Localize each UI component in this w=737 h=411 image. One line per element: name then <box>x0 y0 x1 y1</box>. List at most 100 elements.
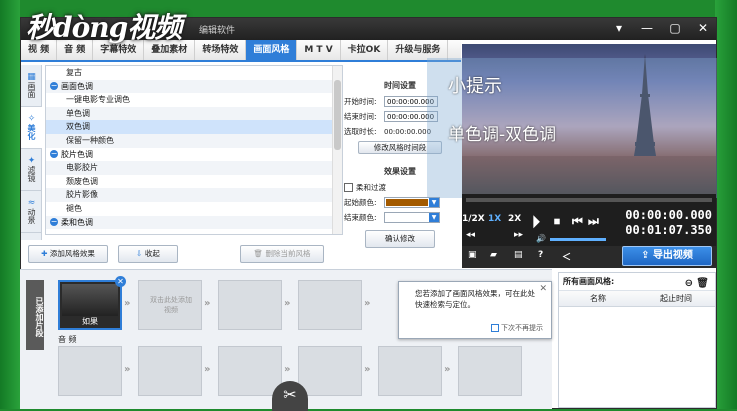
end-color-swatch <box>386 214 428 221</box>
audio-slot[interactable] <box>378 346 442 396</box>
drop-hint: 双击此处添加视频 <box>150 296 192 314</box>
next-frame-icon[interactable]: ⏭ <box>588 214 599 229</box>
audio-slot[interactable] <box>458 346 522 396</box>
confirm-modify-button[interactable]: 确认修改 <box>365 230 435 248</box>
list-item[interactable]: 颓废色调 <box>46 175 342 189</box>
play-icon[interactable]: ⏵ <box>532 212 540 232</box>
audio-slot[interactable] <box>218 346 282 396</box>
progress-bar[interactable] <box>466 198 712 202</box>
player-controls: 1/2X 1X 2X ◂◂ ▸▸ ⏵ ⏹ ⏮ ⏭ 🔊 00:00:00.000 … <box>462 194 716 246</box>
export-icon: ⇪ <box>641 250 650 261</box>
tab-upgrade[interactable]: 升级与服务 <box>388 40 449 60</box>
trash-icon: 🗑 <box>253 249 264 258</box>
sidebar-item-picture[interactable]: ▦ 画面 <box>21 65 42 107</box>
list-group[interactable]: − 胶片色调 <box>46 148 342 162</box>
trash-icon[interactable]: 🗑 <box>696 275 709 293</box>
list-item[interactable]: 保留一种颜色 <box>46 133 342 148</box>
add-style-button[interactable]: ✚ 添加风格效果 <box>28 245 108 263</box>
minimize-icon[interactable]: — <box>640 21 654 35</box>
list-item[interactable]: 褪色 <box>46 202 342 216</box>
start-color-picker[interactable]: ▼ <box>384 197 440 208</box>
column-time: 起止时间 <box>660 294 692 303</box>
locate-icon[interactable]: ⊖ <box>685 275 693 293</box>
export-video-button[interactable]: ⇪ 导出视频 <box>622 246 712 266</box>
speed-1x[interactable]: 1X <box>488 214 501 224</box>
list-group[interactable]: − 柔和色调 <box>46 215 342 230</box>
sidebar-item-filter[interactable]: ✦ 滤镜 <box>21 149 42 191</box>
chevron-right-icon: » <box>284 298 291 309</box>
folder-icon[interactable]: ▰ <box>490 250 497 260</box>
audio-slot[interactable] <box>298 346 362 396</box>
empty-clip-slot[interactable] <box>298 280 362 330</box>
list-item[interactable]: 胶片影像 <box>46 188 342 202</box>
watermark-logo: 秒dòng视频 <box>26 11 182 44</box>
speed-half[interactable]: 1/2X <box>462 214 485 224</box>
chevron-right-icon: » <box>444 364 451 375</box>
dont-show-checkbox[interactable] <box>490 324 499 332</box>
menu-icon[interactable]: ▾ <box>612 21 626 35</box>
add-effect-icon: ✚ <box>41 249 48 258</box>
list-item[interactable]: 复古 <box>46 66 342 80</box>
filter-icon: ✦ <box>27 156 36 166</box>
end-color-picker[interactable]: ▼ <box>384 212 440 223</box>
chevron-right-icon: » <box>204 298 211 309</box>
save-icon[interactable]: ▤ <box>514 250 523 260</box>
sidebar-item-label: 动景 <box>27 208 36 224</box>
list-item[interactable]: 电影胶片 <box>46 161 342 175</box>
close-icon[interactable]: ✕ <box>539 284 547 295</box>
empty-clip-slot[interactable]: 双击此处添加视频 <box>138 280 202 330</box>
tab-mtv[interactable]: M T V <box>297 40 341 60</box>
list-item[interactable]: 一键电影专业调色 <box>46 93 342 107</box>
sidebar-item-beautify[interactable]: ✧ 美化 <box>21 107 42 149</box>
soft-transition-checkbox[interactable] <box>344 183 353 192</box>
tab-transitions[interactable]: 转场特效 <box>195 40 247 60</box>
volume-icon[interactable]: 🔊 <box>536 234 546 243</box>
collapse-icon[interactable]: − <box>50 218 58 227</box>
total-time: 00:01:07.350 <box>625 223 712 237</box>
duration-label: 选取时长: <box>344 127 377 136</box>
tab-picture-style[interactable]: 画面风格 <box>246 40 298 60</box>
collapse-button[interactable]: ⇩ 收起 <box>118 245 178 263</box>
remove-clip-icon[interactable]: ✕ <box>115 276 126 287</box>
style-action-bar: ✚ 添加风格效果 ⇩ 收起 🗑 删除当前风格 <box>28 245 328 267</box>
applied-styles-columns: 名称 起止时间 <box>559 291 715 307</box>
scroll-thumb[interactable] <box>334 80 341 150</box>
snapshot-icon[interactable]: ▣ <box>468 250 477 260</box>
share-icon[interactable]: ＜ <box>562 250 571 263</box>
delete-style-button[interactable]: 🗑 删除当前风格 <box>240 245 324 263</box>
collapse-icon[interactable]: − <box>50 150 58 159</box>
maximize-icon[interactable]: ▢ <box>668 21 682 35</box>
grid-icon: ▦ <box>27 72 36 82</box>
list-scrollbar[interactable] <box>332 66 342 234</box>
applied-styles-title: 所有画面风格: <box>563 277 615 286</box>
style-sidebar: ▦ 画面 ✧ 美化 ✦ 滤镜 ≈ 动景 <box>21 65 42 240</box>
rewind-icon[interactable]: ◂◂ <box>466 230 475 240</box>
sidebar-item-motion[interactable]: ≈ 动景 <box>21 191 42 233</box>
sidebar-item-label: 画面 <box>27 82 36 98</box>
scissors-icon[interactable]: ✂ <box>272 381 308 411</box>
volume-slider[interactable] <box>550 238 606 241</box>
empty-clip-slot[interactable] <box>218 280 282 330</box>
tooltip-popup: 您若添加了画面风格效果，可在此处快速检索与定位。 ✕ 下次不再提示 <box>398 281 552 339</box>
hint-title: 小提示 <box>448 76 502 97</box>
audio-slot[interactable] <box>58 346 122 396</box>
list-group[interactable]: − 画面色调 <box>46 79 342 94</box>
stop-icon[interactable]: ⏹ <box>554 214 560 229</box>
audio-slot[interactable] <box>138 346 202 396</box>
column-name: 名称 <box>590 294 606 303</box>
close-icon[interactable]: ✕ <box>696 21 710 35</box>
list-item-selected[interactable]: 双色调 <box>46 120 342 134</box>
list-item[interactable]: 单色调 <box>46 106 342 121</box>
collapse-icon[interactable]: − <box>50 82 58 91</box>
style-list: 复古 − 画面色调 一键电影专业调色 单色调 双色调 保留一种颜色 − 胶片色调 电… <box>45 65 343 235</box>
chevron-right-icon: » <box>124 364 131 375</box>
help-icon[interactable]: ? <box>538 250 543 260</box>
window-title: 编辑软件 <box>199 26 236 36</box>
prev-frame-icon[interactable]: ⏮ <box>572 214 583 229</box>
video-clip[interactable]: 如果 ✕ <box>58 276 126 330</box>
forward-icon[interactable]: ▸▸ <box>514 230 523 240</box>
speed-2x[interactable]: 2X <box>508 214 521 224</box>
chevron-right-icon: » <box>204 364 211 375</box>
tab-karaoke[interactable]: 卡拉OK <box>341 40 389 60</box>
soft-transition-label: 柔和过渡 <box>356 183 386 192</box>
